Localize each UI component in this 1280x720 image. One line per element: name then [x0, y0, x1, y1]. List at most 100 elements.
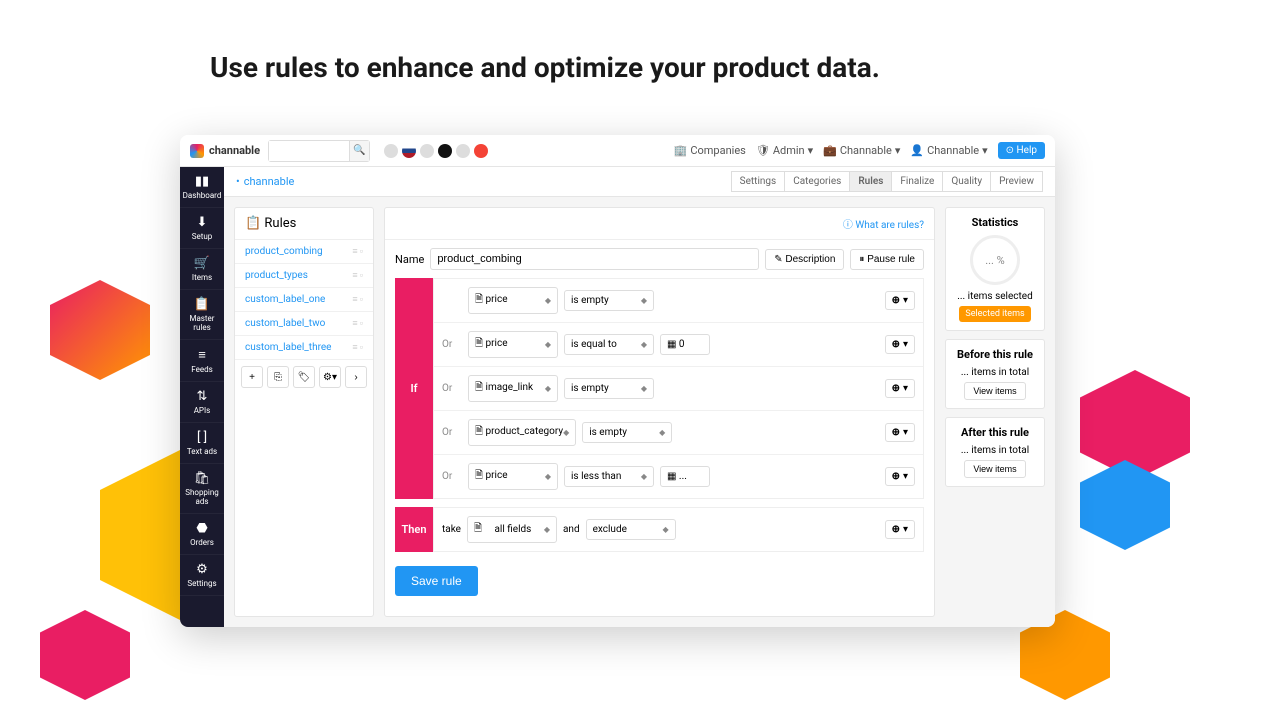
rule-list-item[interactable]: custom_label_one≡ ▫	[235, 288, 373, 312]
pause-rule-button[interactable]: ⏸ Pause rule	[850, 249, 924, 270]
rules-title: 📋 Rules	[245, 216, 296, 231]
after-rule-card: After this rule ... items in total View …	[945, 417, 1045, 487]
if-tag: If	[395, 278, 433, 499]
sidebar: ▮▮Dashboard⬇Setup🛒Items📋Master rules≡Fee…	[180, 167, 224, 627]
add-condition-button[interactable]: ⊕ ▾	[885, 423, 915, 442]
sidebar-icon: ⚙	[182, 562, 222, 577]
logo-icon	[190, 144, 204, 158]
field-select[interactable]: 🗎 product_category◆	[468, 419, 576, 446]
then-row: take 🗎 all fields◆ and exclude◆ ⊕ ▾	[434, 508, 923, 551]
sidebar-item-settings[interactable]: ⚙Settings	[180, 555, 224, 596]
companies-link[interactable]: 🏢 Companies	[674, 144, 746, 157]
sidebar-item-setup[interactable]: ⬇Setup	[180, 208, 224, 249]
field-select[interactable]: 🗎 price◆	[468, 463, 558, 490]
sidebar-item-shopping-ads[interactable]: 🛍Shopping ads	[180, 464, 224, 514]
operator-select[interactable]: is empty◆	[582, 422, 672, 443]
name-label: Name	[395, 253, 424, 266]
add-condition-button[interactable]: ⊕ ▾	[885, 291, 915, 310]
rule-list-item[interactable]: custom_label_two≡ ▫	[235, 312, 373, 336]
rule-list-item[interactable]: product_combing≡ ▫	[235, 240, 373, 264]
rule-editor: ⓘ What are rules? Name ✎ Description ⏸ P…	[384, 207, 935, 617]
gear-button[interactable]: ⚙▾	[319, 366, 341, 388]
sidebar-item-feeds[interactable]: ≡Feeds	[180, 340, 224, 382]
sidebar-icon: ⬣	[182, 521, 222, 536]
what-are-rules-link[interactable]: ⓘ What are rules?	[843, 216, 924, 231]
copy-button[interactable]: ⎘	[267, 366, 289, 388]
before-rule-card: Before this rule ... items in total View…	[945, 339, 1045, 409]
search-box: 🔍	[268, 140, 370, 162]
sidebar-item-dashboard[interactable]: ▮▮Dashboard	[180, 167, 224, 208]
then-action-select[interactable]: exclude◆	[586, 519, 676, 540]
add-action-button[interactable]: ⊕ ▾	[885, 520, 915, 539]
drag-handle-icon[interactable]: ≡ ▫	[352, 318, 363, 329]
sidebar-icon: 🛍	[182, 471, 222, 486]
org-menu[interactable]: 💼 Channable ▾	[823, 144, 900, 157]
field-select[interactable]: 🗎 price◆	[468, 331, 558, 358]
decoration	[1080, 460, 1170, 550]
decoration	[40, 610, 130, 700]
save-rule-button[interactable]: Save rule	[395, 566, 478, 596]
add-condition-button[interactable]: ⊕ ▾	[885, 467, 915, 486]
admin-menu[interactable]: 🛡 Admin ▾	[756, 144, 813, 157]
add-condition-button[interactable]: ⊕ ▾	[885, 379, 915, 398]
tag-button[interactable]: 🏷	[293, 366, 315, 388]
stats-circle: ... %	[970, 235, 1020, 285]
decoration	[1080, 370, 1190, 480]
sidebar-item-orders[interactable]: ⬣Orders	[180, 514, 224, 555]
app-window: channable 🔍 🏢 Companies 🛡 Admin ▾ 💼 Chan…	[180, 135, 1055, 627]
statistics-card: Statistics ... % ... items selected Sele…	[945, 207, 1045, 331]
stats-column: Statistics ... % ... items selected Sele…	[945, 207, 1045, 617]
drag-handle-icon[interactable]: ≡ ▫	[352, 342, 363, 353]
search-input[interactable]	[269, 141, 349, 161]
value-input[interactable]: ▦ 0	[660, 334, 710, 355]
selected-items-button[interactable]: Selected items	[959, 306, 1030, 322]
field-select[interactable]: 🗎 price◆	[468, 287, 558, 314]
sidebar-item-apis[interactable]: ⇅APIs	[180, 382, 224, 423]
status-dots	[384, 144, 488, 158]
add-rule-button[interactable]: +	[241, 366, 263, 388]
view-items-button[interactable]: View items	[964, 460, 1025, 478]
search-button[interactable]: 🔍	[349, 141, 369, 161]
brand-name: channable	[209, 144, 260, 157]
operator-select[interactable]: is equal to◆	[564, 334, 654, 355]
sidebar-icon: 📋	[182, 297, 222, 312]
field-select[interactable]: 🗎 image_link◆	[468, 375, 558, 402]
operator-select[interactable]: is empty◆	[564, 378, 654, 399]
next-button[interactable]: ›	[345, 366, 367, 388]
step-categories[interactable]: Categories	[784, 171, 850, 192]
drag-handle-icon[interactable]: ≡ ▫	[352, 294, 363, 305]
rules-list-panel: 📋 Rules product_combing≡ ▫product_types≡…	[234, 207, 374, 617]
drag-handle-icon[interactable]: ≡ ▫	[352, 246, 363, 257]
breadcrumb[interactable]: channable	[244, 175, 295, 188]
or-label: Or	[442, 383, 462, 394]
value-input[interactable]: ▦ ...	[660, 466, 710, 487]
or-label: Or	[442, 427, 462, 438]
add-condition-button[interactable]: ⊕ ▾	[885, 335, 915, 354]
step-settings[interactable]: Settings	[731, 171, 786, 192]
flag-nl-icon	[402, 144, 416, 158]
drag-handle-icon[interactable]: ≡ ▫	[352, 270, 363, 281]
rule-list-item[interactable]: custom_label_three≡ ▫	[235, 336, 373, 360]
sidebar-item-text-ads[interactable]: [ ]Text ads	[180, 423, 224, 464]
then-field-select[interactable]: 🗎 all fields◆	[467, 516, 557, 543]
rule-list-item[interactable]: product_types≡ ▫	[235, 264, 373, 288]
or-label: Or	[442, 471, 462, 482]
brand-logo[interactable]: channable	[190, 144, 260, 158]
status-dot	[474, 144, 488, 158]
help-button[interactable]: ⊙ Help	[998, 142, 1045, 159]
step-quality[interactable]: Quality	[942, 171, 991, 192]
user-menu[interactable]: 👤 Channable ▾	[910, 144, 987, 157]
step-finalize[interactable]: Finalize	[891, 171, 943, 192]
operator-select[interactable]: is empty◆	[564, 290, 654, 311]
operator-select[interactable]: is less than◆	[564, 466, 654, 487]
view-items-button[interactable]: View items	[964, 382, 1025, 400]
step-rules[interactable]: Rules	[849, 171, 892, 192]
condition-row: Or 🗎 product_category◆ is empty◆ ⊕ ▾	[434, 411, 923, 455]
description-button[interactable]: ✎ Description	[765, 249, 844, 270]
rule-name-input[interactable]	[430, 248, 759, 270]
sidebar-item-master-rules[interactable]: 📋Master rules	[180, 290, 224, 340]
status-dot	[420, 144, 434, 158]
wizard-steps: SettingsCategoriesRulesFinalizeQualityPr…	[732, 171, 1043, 192]
sidebar-item-items[interactable]: 🛒Items	[180, 249, 224, 290]
step-preview[interactable]: Preview	[990, 171, 1043, 192]
